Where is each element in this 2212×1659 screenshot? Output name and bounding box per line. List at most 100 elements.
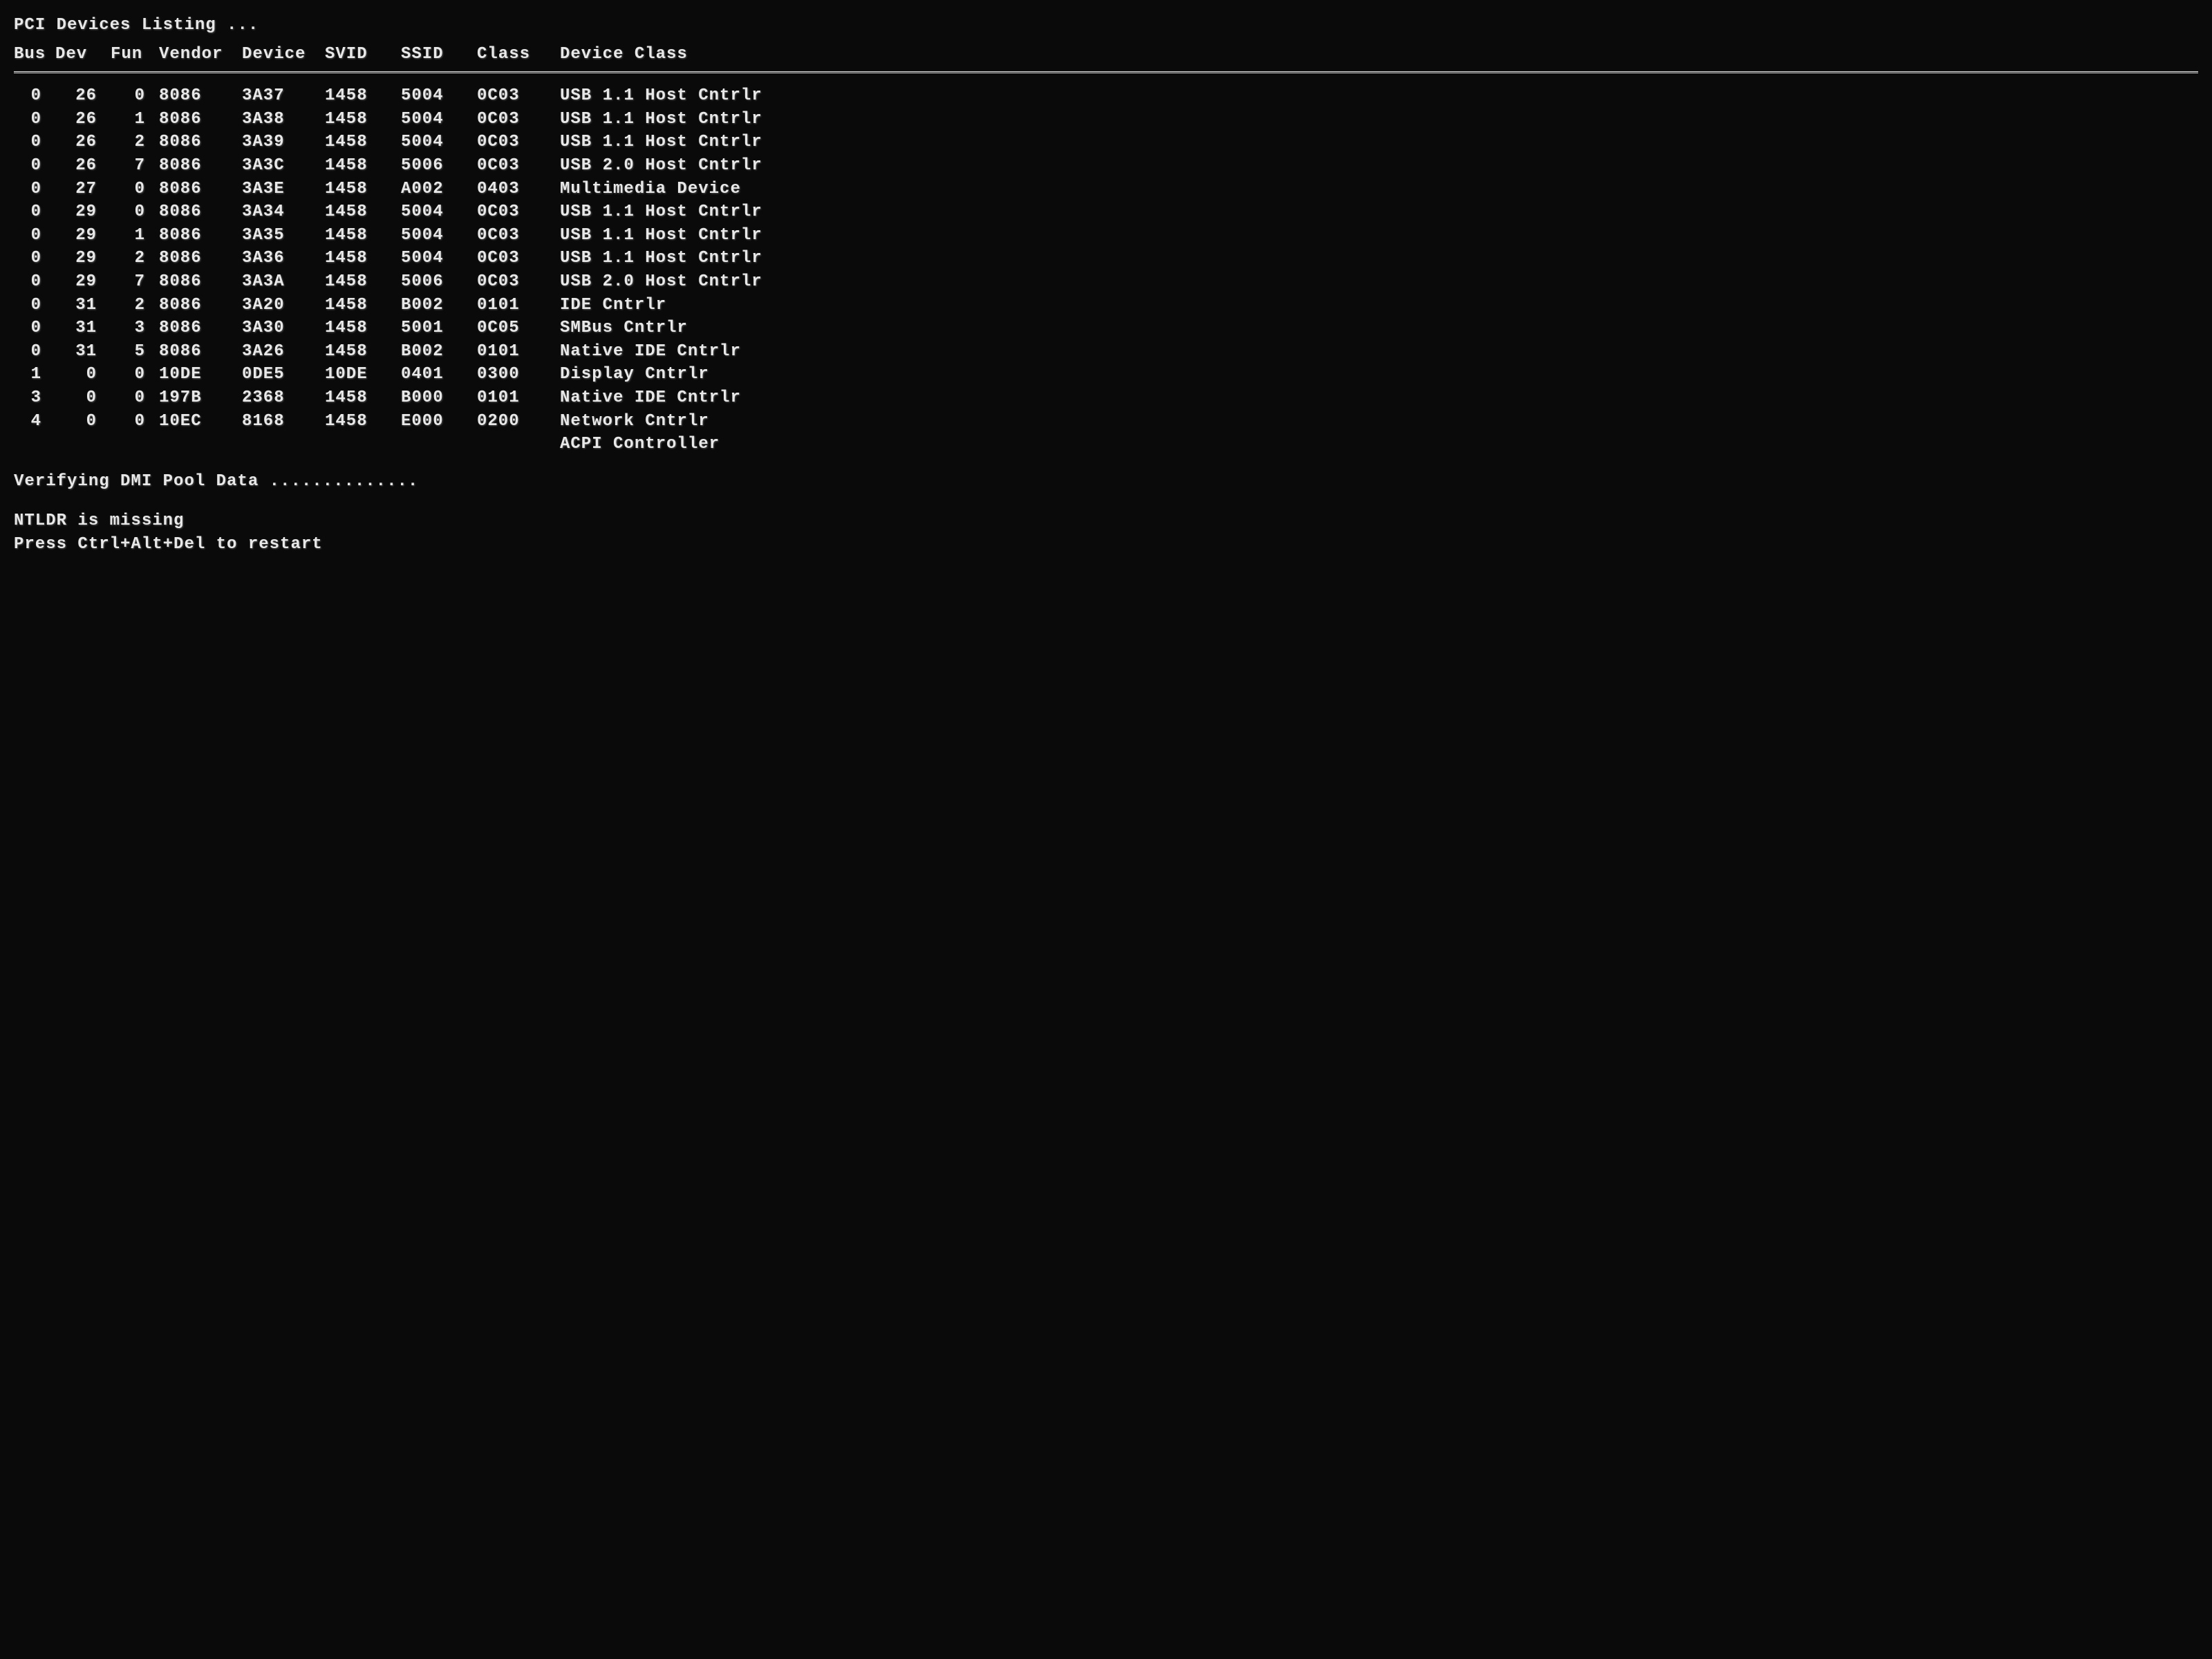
cell-devclass: Multimedia Device [560,178,2198,201]
cell-devclass: IDE Cntrlr [560,294,2198,317]
header-fun: Fun [111,43,159,66]
cell-svid: 1458 [325,410,401,433]
cell-class: 0101 [477,386,560,410]
cell-vendor: 8086 [159,131,242,154]
cell-vendor: 8086 [159,200,242,224]
cell-vendor: 8086 [159,224,242,247]
header-vendor: Vendor [159,43,242,66]
header-divider [14,71,2198,73]
table-row: 026180863A38145850040C03USB 1.1 Host Cnt… [14,108,2198,131]
cell-class: 0C03 [477,270,560,294]
cell-bus: 0 [14,247,55,270]
cell-ssid: 0401 [401,363,477,386]
cell-svid: 1458 [325,84,401,108]
header-dev: Dev [55,43,111,66]
cell-svid: 1458 [325,200,401,224]
cell-fun: 0 [111,200,159,224]
cell-ssid: 5004 [401,108,477,131]
cell-fun: 7 [111,154,159,178]
cell-ssid: 5004 [401,131,477,154]
cell-dev: 27 [55,178,111,201]
ntldr-error-text: NTLDR is missing [14,509,2198,533]
cell-dev [55,433,111,456]
table-row: 026280863A39145850040C03USB 1.1 Host Cnt… [14,131,2198,154]
cell-svid: 1458 [325,317,401,340]
cell-bus: 1 [14,363,55,386]
cell-device: 2368 [242,386,325,410]
table-row: 031580863A261458B0020101Native IDE Cntrl… [14,340,2198,364]
cell-dev: 26 [55,108,111,131]
cell-ssid: 5006 [401,270,477,294]
dmi-verify-text: Verifying DMI Pool Data .............. [14,470,2198,494]
cell-vendor: 8086 [159,340,242,364]
cell-dev: 26 [55,154,111,178]
cell-dev: 26 [55,131,111,154]
cell-devclass: USB 1.1 Host Cntrlr [560,84,2198,108]
cell-dev: 31 [55,317,111,340]
cell-class: 0C03 [477,154,560,178]
cell-vendor: 8086 [159,154,242,178]
header-svid: SVID [325,43,401,66]
cell-svid: 1458 [325,224,401,247]
cell-dev: 29 [55,247,111,270]
cell-class [477,433,560,456]
cell-vendor: 8086 [159,247,242,270]
cell-dev: 26 [55,84,111,108]
cell-fun: 2 [111,247,159,270]
cell-devclass: ACPI Controller [560,433,2198,456]
table-row: 027080863A3E1458A0020403Multimedia Devic… [14,178,2198,201]
cell-svid: 1458 [325,131,401,154]
cell-dev: 29 [55,200,111,224]
cell-class: 0300 [477,363,560,386]
table-row: 031280863A201458B0020101IDE Cntrlr [14,294,2198,317]
table-row: 10010DE0DE510DE04010300Display Cntrlr [14,363,2198,386]
cell-class: 0200 [477,410,560,433]
cell-vendor: 8086 [159,84,242,108]
header-device: Device [242,43,325,66]
restart-prompt-text: Press Ctrl+Alt+Del to restart [14,533,2198,556]
cell-svid: 1458 [325,340,401,364]
cell-svid: 1458 [325,108,401,131]
cell-ssid: 5001 [401,317,477,340]
cell-vendor: 197B [159,386,242,410]
cell-svid: 1458 [325,294,401,317]
cell-bus: 0 [14,340,55,364]
cell-fun: 3 [111,317,159,340]
cell-bus: 0 [14,294,55,317]
cell-bus: 0 [14,108,55,131]
cell-fun: 0 [111,386,159,410]
cell-svid [325,433,401,456]
cell-ssid: B002 [401,294,477,317]
table-row: 026080863A37145850040C03USB 1.1 Host Cnt… [14,84,2198,108]
header-ssid: SSID [401,43,477,66]
cell-class: 0101 [477,294,560,317]
cell-bus: 0 [14,200,55,224]
cell-fun: 0 [111,84,159,108]
table-row: 029780863A3A145850060C03USB 2.0 Host Cnt… [14,270,2198,294]
cell-ssid: B000 [401,386,477,410]
cell-fun: 0 [111,178,159,201]
cell-class: 0101 [477,340,560,364]
cell-fun [111,433,159,456]
cell-dev: 29 [55,270,111,294]
table-header: Bus Dev Fun Vendor Device SVID SSID Clas… [14,43,2198,66]
cell-svid: 1458 [325,154,401,178]
pci-table-body: 026080863A37145850040C03USB 1.1 Host Cnt… [14,84,2198,456]
cell-device: 3A26 [242,340,325,364]
cell-fun: 0 [111,410,159,433]
cell-bus: 0 [14,317,55,340]
cell-device: 3A35 [242,224,325,247]
cell-ssid: 5004 [401,247,477,270]
cell-device: 3A38 [242,108,325,131]
cell-vendor: 8086 [159,317,242,340]
cell-ssid: 5004 [401,84,477,108]
cell-devclass: USB 1.1 Host Cntrlr [560,247,2198,270]
cell-vendor [159,433,242,456]
cell-dev: 29 [55,224,111,247]
footer-block: Verifying DMI Pool Data .............. N… [14,470,2198,556]
header-class: Class [477,43,560,66]
cell-fun: 5 [111,340,159,364]
cell-fun: 2 [111,294,159,317]
cell-device: 0DE5 [242,363,325,386]
cell-vendor: 8086 [159,270,242,294]
